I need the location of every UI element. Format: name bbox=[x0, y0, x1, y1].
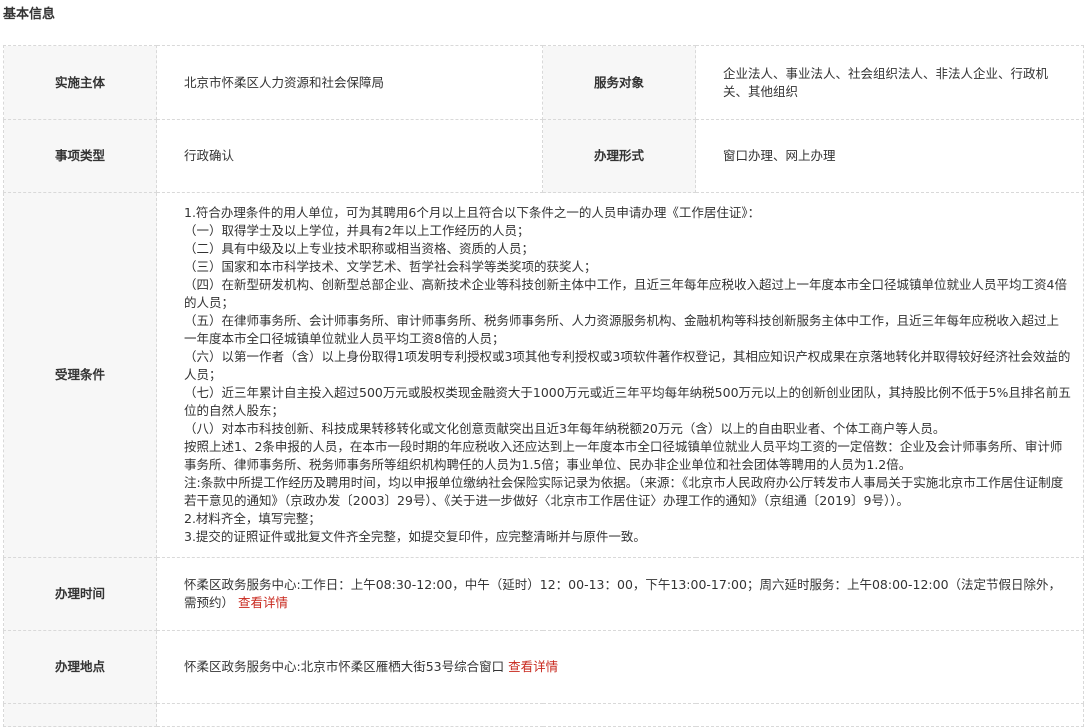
section-title: 基本信息 bbox=[3, 7, 56, 22]
hours-value: 怀柔区政务服务中心:工作日：上午08:30-12:00，中午（延时）12：00-… bbox=[156, 557, 1084, 631]
condition-line: 2.材料齐全，填写完整； bbox=[184, 511, 321, 526]
condition-line: 按照上述1、2条申报的人员，在本市一段时期的年应税收入还应达到上一年度本市全口径… bbox=[184, 439, 1063, 472]
location-value: 怀柔区政务服务中心:北京市怀柔区雁栖大街53号综合窗口 查看详情 bbox=[156, 630, 1084, 704]
empty-value-cell bbox=[156, 703, 1084, 727]
table-row: 办理地点 怀柔区政务服务中心:北京市怀柔区雁栖大街53号综合窗口 查看详情 bbox=[3, 630, 1084, 704]
hours-details-link[interactable]: 查看详情 bbox=[238, 595, 288, 610]
item-type-label: 事项类型 bbox=[3, 119, 157, 193]
condition-line: （二）具有中级及以上专业技术职称或相当资格、资质的人员； bbox=[184, 241, 535, 256]
location-text: 怀柔区政务服务中心:北京市怀柔区雁栖大街53号综合窗口 bbox=[184, 659, 505, 674]
table-row: 事项类型 行政确认 办理形式 窗口办理、网上办理 bbox=[3, 119, 1084, 193]
service-target-value: 企业法人、事业法人、社会组织法人、非法人企业、行政机关、其他组织 bbox=[695, 45, 1084, 120]
condition-line: （三）国家和本市科学技术、文学艺术、哲学社会科学等类奖项的获奖人； bbox=[184, 259, 597, 274]
table-row: 办理时间 怀柔区政务服务中心:工作日：上午08:30-12:00，中午（延时）1… bbox=[3, 557, 1084, 631]
condition-line: 1.符合办理条件的用人单位，可为其聘用6个月以上且符合以下条件之一的人员申请办理… bbox=[184, 205, 761, 220]
implementer-label: 实施主体 bbox=[3, 45, 157, 120]
condition-line: （七）近三年累计自主投入超过500万元或股权类现金融资大于1000万元或近三年平… bbox=[184, 385, 1071, 418]
condition-line: （八）对本市科技创新、科技成果转移转化或文化创意贡献突出且近3年每年纳税额20万… bbox=[184, 421, 946, 436]
condition-line: （四）在新型研发机构、创新型总部企业、高新技术企业等科技创新主体中工作，且近三年… bbox=[184, 277, 1067, 310]
hours-text: 怀柔区政务服务中心:工作日：上午08:30-12:00，中午（延时）12：00-… bbox=[184, 577, 1062, 610]
conditions-value: 1.符合办理条件的用人单位，可为其聘用6个月以上且符合以下条件之一的人员申请办理… bbox=[156, 192, 1084, 558]
table-row: 实施主体 北京市怀柔区人力资源和社会保障局 服务对象 企业法人、事业法人、社会组… bbox=[3, 45, 1084, 120]
location-details-link[interactable]: 查看详情 bbox=[508, 659, 558, 674]
table-row bbox=[3, 703, 1084, 727]
hours-label: 办理时间 bbox=[3, 557, 157, 631]
condition-line: 注:条款中所提工作经历及聘用时间，均以申报单位缴纳社会保险实际记录为依据。（来源… bbox=[184, 475, 1064, 508]
handling-form-value: 窗口办理、网上办理 bbox=[695, 119, 1084, 193]
location-label: 办理地点 bbox=[3, 630, 157, 704]
condition-line: （一）取得学士及以上学位，并具有2年以上工作经历的人员； bbox=[184, 223, 530, 238]
condition-line: （五）在律师事务所、会计师事务所、审计师事务所、税务师事务所、人力资源服务机构、… bbox=[184, 313, 1060, 346]
condition-line: 3.提交的证照证件或批复文件齐全完整，如提交复印件，应完整清晰并与原件一致。 bbox=[184, 529, 646, 544]
item-type-value: 行政确认 bbox=[156, 119, 543, 193]
basic-info-table: 实施主体 北京市怀柔区人力资源和社会保障局 服务对象 企业法人、事业法人、社会组… bbox=[3, 45, 1084, 727]
conditions-label: 受理条件 bbox=[3, 192, 157, 558]
empty-label-cell bbox=[3, 703, 157, 727]
handling-form-label: 办理形式 bbox=[542, 119, 696, 193]
implementer-value: 北京市怀柔区人力资源和社会保障局 bbox=[156, 45, 543, 120]
condition-line: （六）以第一作者（含）以上身份取得1项发明专利授权或3项其他专利授权或3项软件著… bbox=[184, 349, 1071, 382]
table-row: 受理条件 1.符合办理条件的用人单位，可为其聘用6个月以上且符合以下条件之一的人… bbox=[3, 192, 1084, 558]
service-target-label: 服务对象 bbox=[542, 45, 696, 120]
